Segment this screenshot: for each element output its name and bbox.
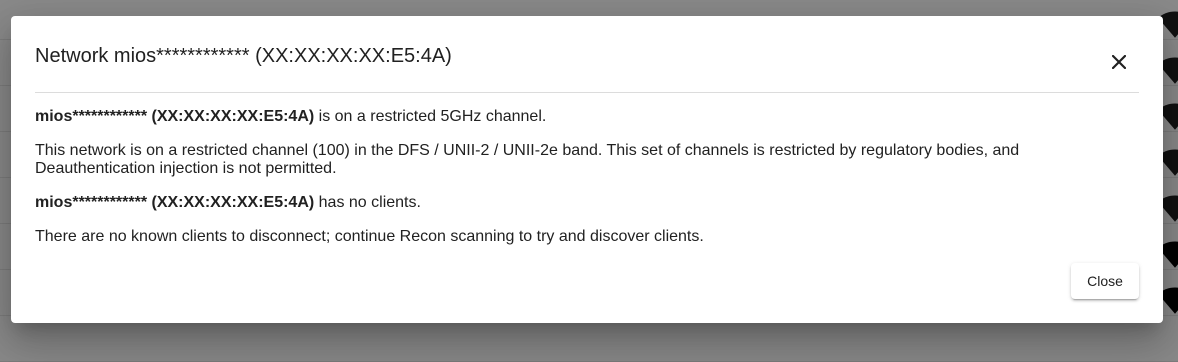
clients-message: mios************ (XX:XX:XX:XX:E5:4A) has… — [35, 194, 1135, 212]
restricted-text: is on a restricted 5GHz channel. — [314, 108, 547, 125]
network-label: mios************ (XX:XX:XX:XX:E5:4A) — [35, 108, 315, 125]
clients-text: has no clients. — [314, 194, 421, 211]
clients-detail: There are no known clients to disconnect… — [35, 228, 704, 245]
close-button[interactable]: Close — [1071, 263, 1139, 299]
close-icon — [1112, 55, 1126, 69]
close-icon-button[interactable] — [1105, 48, 1133, 76]
network-dialog: Network mios************ (XX:XX:XX:XX:E5… — [11, 16, 1163, 323]
dialog-title: Network mios************ (XX:XX:XX:XX:E5… — [35, 45, 452, 67]
dialog-header: Network mios************ (XX:XX:XX:XX:E5… — [35, 16, 1139, 93]
restricted-channel-detail: This network is on a restricted channel … — [35, 142, 1020, 177]
restricted-channel-message: mios************ (XX:XX:XX:XX:E5:4A) is … — [35, 108, 1135, 126]
dialog-body: mios************ (XX:XX:XX:XX:E5:4A) is … — [35, 108, 1135, 262]
network-label: mios************ (XX:XX:XX:XX:E5:4A) — [35, 194, 315, 211]
